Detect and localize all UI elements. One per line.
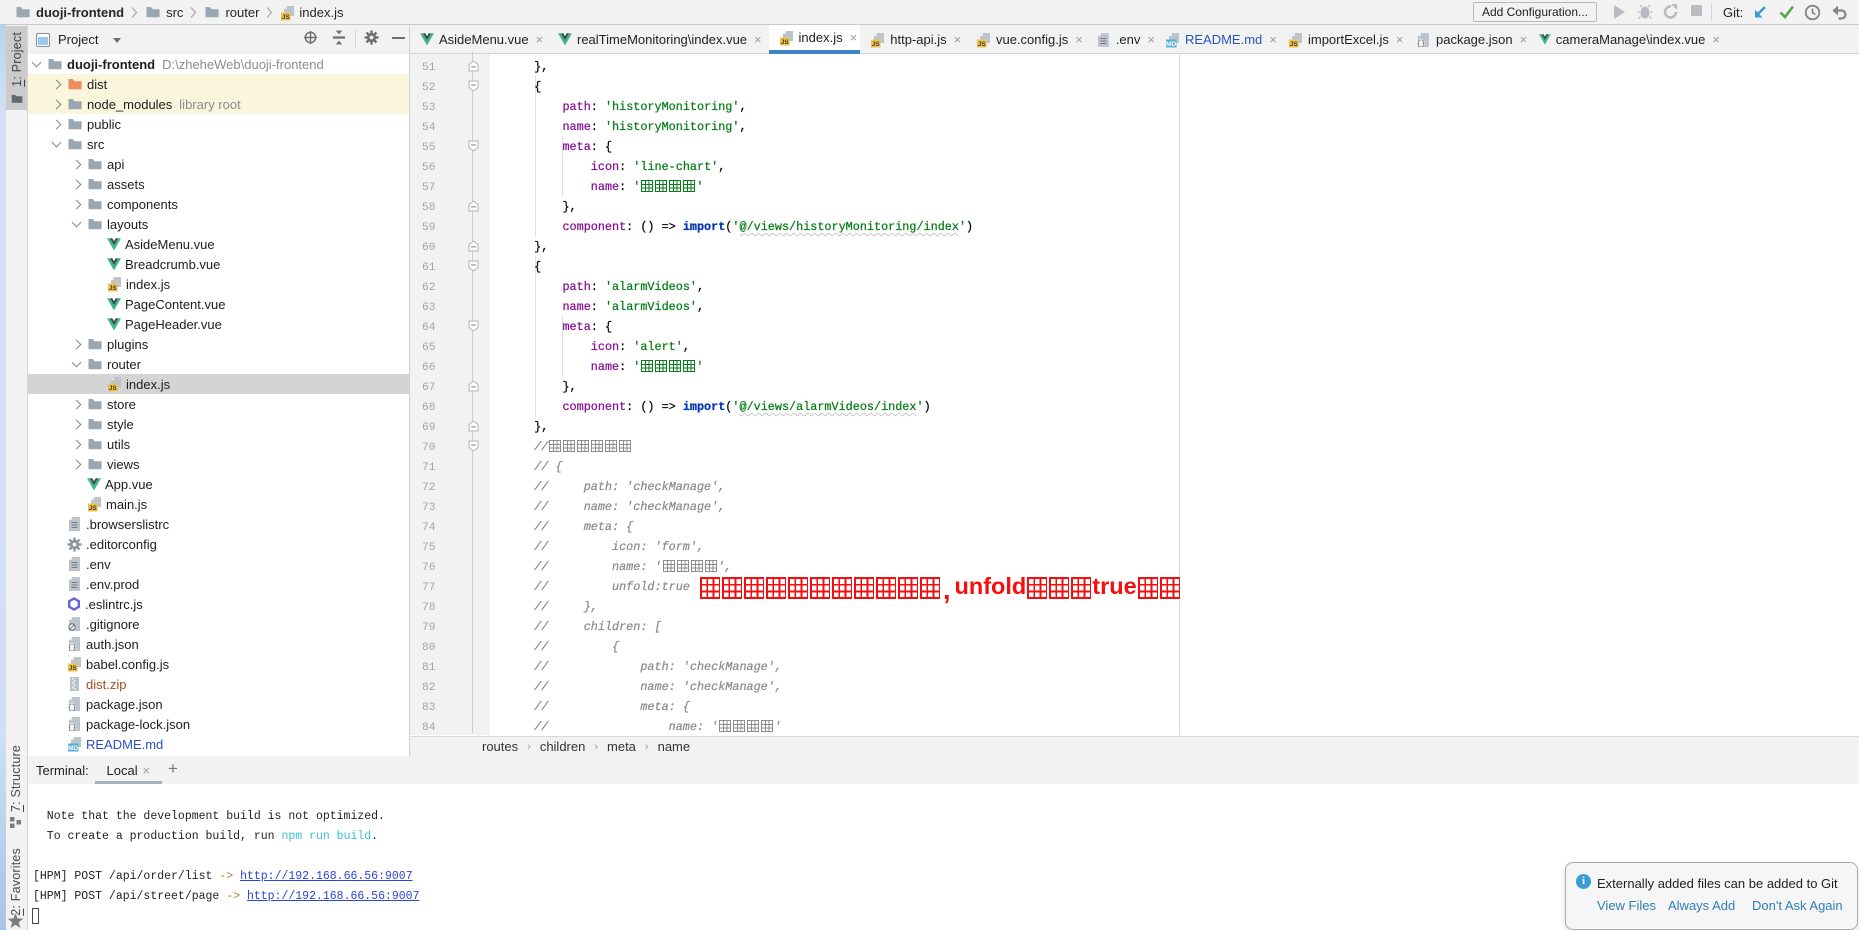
svg-text:MD: MD bbox=[68, 745, 78, 752]
svg-text:JS: JS bbox=[109, 285, 118, 292]
svg-text:JS: JS bbox=[872, 41, 881, 48]
svg-text:MD: MD bbox=[1166, 41, 1176, 48]
svg-text:{}: {} bbox=[68, 704, 76, 712]
svg-text:JS: JS bbox=[978, 41, 987, 48]
svg-text:JS: JS bbox=[109, 385, 118, 392]
svg-text:JS: JS bbox=[780, 39, 789, 46]
svg-text:JS: JS bbox=[89, 505, 98, 512]
svg-text:{}: {} bbox=[68, 724, 76, 732]
svg-text:{}: {} bbox=[68, 644, 76, 652]
svg-text:JS: JS bbox=[1290, 41, 1299, 48]
svg-text:{}: {} bbox=[1417, 40, 1425, 48]
svg-text:JS: JS bbox=[69, 665, 78, 672]
